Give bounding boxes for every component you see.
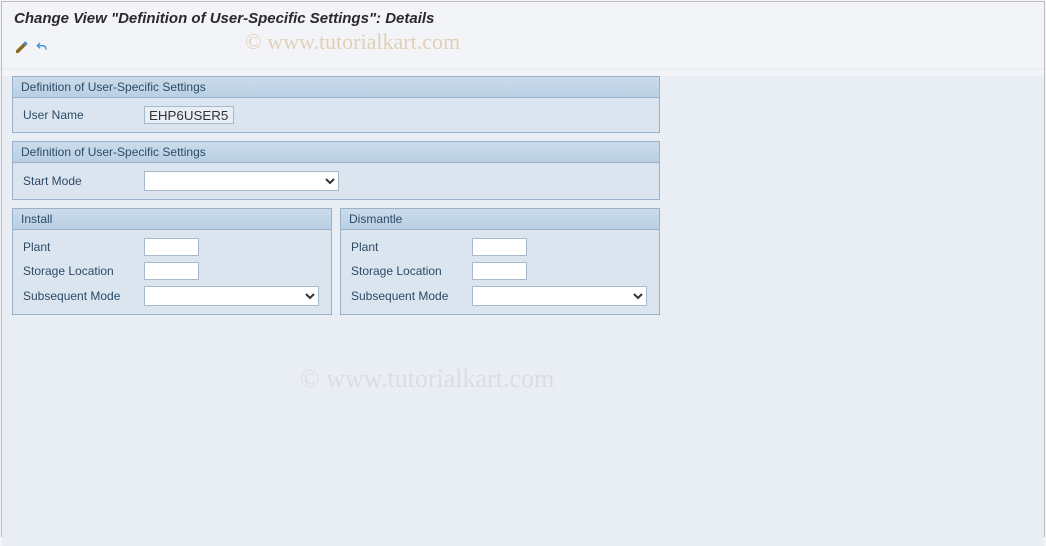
start-mode-select[interactable] — [144, 171, 339, 191]
dismantle-storage-field[interactable] — [472, 262, 527, 280]
start-mode-label: Start Mode — [23, 174, 138, 188]
install-mode-label: Subsequent Mode — [23, 289, 138, 303]
panel-user-specific-2: Definition of User-Specific Settings Sta… — [12, 141, 660, 200]
dismantle-mode-label: Subsequent Mode — [351, 289, 466, 303]
user-name-label: User Name — [23, 108, 138, 122]
panel-header: Definition of User-Specific Settings — [13, 142, 659, 163]
user-name-field — [144, 106, 234, 124]
panel-header: Definition of User-Specific Settings — [13, 77, 659, 98]
dismantle-plant-label: Plant — [351, 240, 466, 254]
install-storage-label: Storage Location — [23, 264, 138, 278]
panel-dismantle: Dismantle Plant Storage Location Subsequ… — [340, 208, 660, 315]
install-mode-select[interactable] — [144, 286, 319, 306]
install-plant-field[interactable] — [144, 238, 199, 256]
panel-user-specific-1: Definition of User-Specific Settings Use… — [12, 76, 660, 133]
panel-header: Install — [13, 209, 331, 230]
panel-header: Dismantle — [341, 209, 659, 230]
pencil-toggle-icon[interactable] — [14, 39, 30, 58]
undo-icon[interactable] — [34, 39, 50, 58]
toolbar — [2, 33, 1044, 68]
install-plant-label: Plant — [23, 240, 138, 254]
dismantle-mode-select[interactable] — [472, 286, 647, 306]
dismantle-plant-field[interactable] — [472, 238, 527, 256]
divider — [2, 68, 1044, 70]
install-storage-field[interactable] — [144, 262, 199, 280]
content-area: Definition of User-Specific Settings Use… — [2, 76, 1044, 546]
dismantle-storage-label: Storage Location — [351, 264, 466, 278]
panel-install: Install Plant Storage Location Subsequen… — [12, 208, 332, 315]
page-title: Change View "Definition of User-Specific… — [2, 2, 1044, 33]
